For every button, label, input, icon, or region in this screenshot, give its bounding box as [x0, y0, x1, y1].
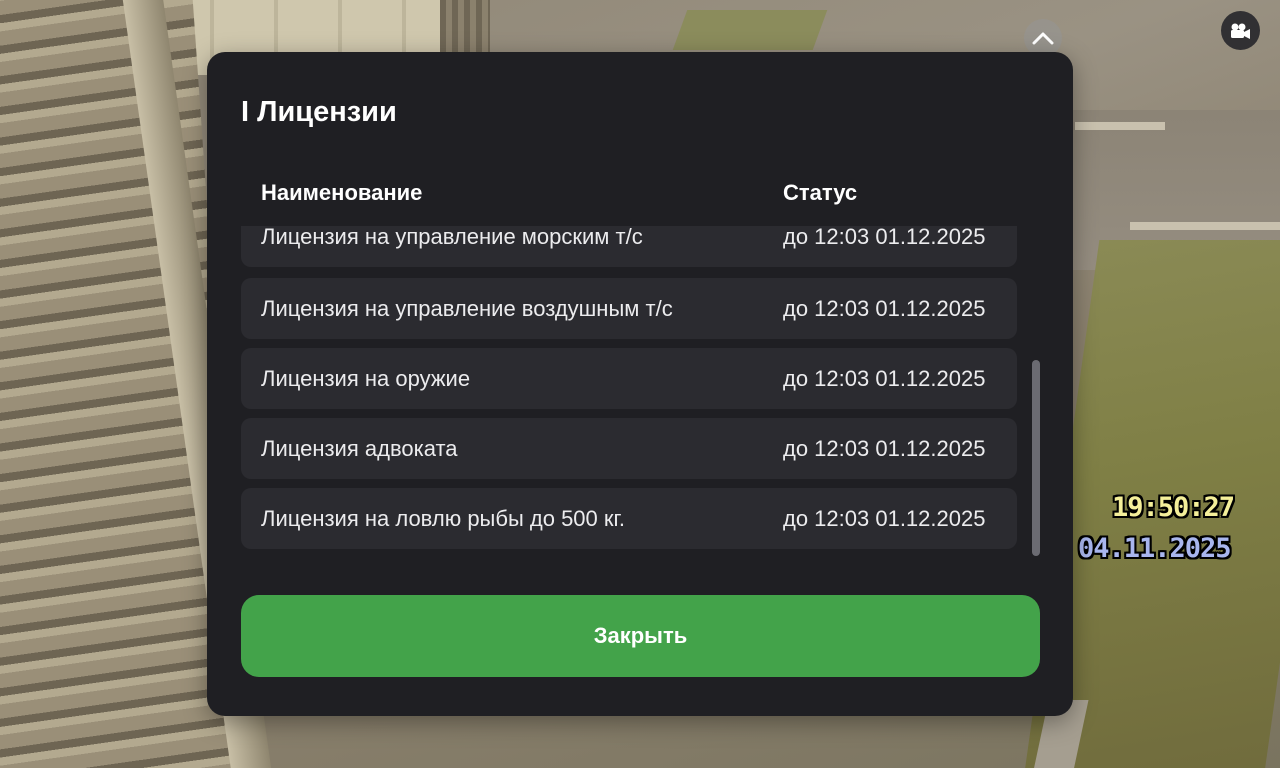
grass-background: [672, 10, 828, 50]
list-item[interactable]: Лицензия на управление воздушным т/с до …: [241, 278, 1017, 339]
list-item[interactable]: Лицензия на управление морским т/с до 12…: [241, 224, 1017, 267]
license-status: до 12:03 01.12.2025: [783, 365, 986, 391]
road-marking: [1130, 222, 1280, 230]
license-status: до 12:03 01.12.2025: [783, 505, 986, 531]
list-item[interactable]: Лицензия адвоката до 12:03 01.12.2025: [241, 418, 1017, 479]
license-name: Лицензия на управление морским т/с: [261, 224, 643, 249]
license-status: до 12:03 01.12.2025: [783, 224, 986, 249]
close-button[interactable]: Закрыть: [241, 595, 1040, 677]
game-scene: 19:50:27 04.11.2025 I Лицензии Наименова…: [0, 0, 1280, 768]
license-name: Лицензия на ловлю рыбы до 500 кг.: [261, 505, 625, 531]
list-item[interactable]: Лицензия на ловлю рыбы до 500 кг. до 12:…: [241, 488, 1017, 549]
license-name: Лицензия на управление воздушным т/с: [261, 295, 673, 321]
scrollbar[interactable]: [1032, 230, 1040, 556]
scrollbar-thumb[interactable]: [1032, 360, 1040, 556]
license-name: Лицензия адвоката: [261, 435, 458, 461]
license-status: до 12:03 01.12.2025: [783, 435, 986, 461]
licenses-list[interactable]: Лицензия на управление морским т/с до 12…: [241, 224, 1017, 552]
licenses-modal: I Лицензии Наименование Статус Лицензия …: [207, 52, 1073, 716]
license-status: до 12:03 01.12.2025: [783, 295, 986, 321]
clock-date: 04.11.2025: [1078, 533, 1232, 564]
modal-title: I Лицензии: [241, 96, 397, 128]
column-header-status: Статус: [783, 180, 858, 205]
road-marking: [1075, 122, 1165, 130]
license-name: Лицензия на оружие: [261, 365, 471, 391]
clock-time: 19:50:27: [1112, 492, 1235, 523]
column-header-name: Наименование: [261, 180, 423, 205]
building-background: [440, 0, 490, 60]
camera-button[interactable]: [1221, 11, 1260, 50]
list-item[interactable]: Лицензия на оружие до 12:03 01.12.2025: [241, 348, 1017, 409]
video-camera-icon: [1230, 23, 1250, 39]
chevron-up-icon: [1032, 32, 1054, 45]
list-top-mask: [241, 212, 1017, 226]
